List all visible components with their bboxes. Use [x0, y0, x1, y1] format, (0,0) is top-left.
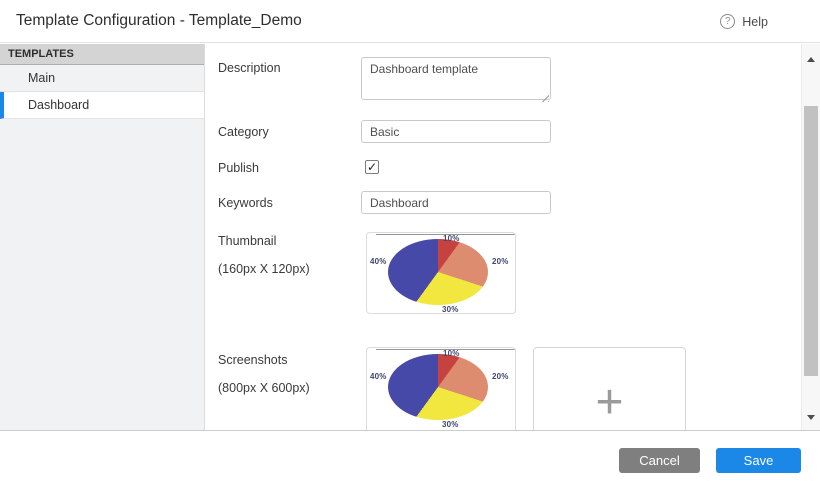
publish-label: Publish — [218, 160, 358, 175]
pie-chart-preview: 10% 20% 30% 40% — [367, 233, 515, 313]
dialog-header: Template Configuration - Template_Demo ?… — [0, 0, 820, 43]
description-textarea[interactable]: Dashboard template — [361, 57, 551, 100]
dialog-footer: Cancel Save — [0, 430, 820, 489]
help-icon: ? — [720, 14, 735, 29]
plus-icon: + — [595, 379, 623, 427]
screenshots-label: Screenshots (800px X 600px) — [218, 347, 358, 395]
sidebar-item-main[interactable]: Main — [0, 65, 204, 92]
template-configuration-dialog: Template Configuration - Template_Demo ?… — [0, 0, 820, 489]
help-button[interactable]: ? Help — [720, 0, 768, 43]
sidebar-item-dashboard[interactable]: Dashboard — [0, 92, 204, 119]
page-title: Template Configuration - Template_Demo — [0, 12, 302, 30]
pie-chart — [388, 239, 488, 305]
template-form: Description Dashboard template Category … — [205, 44, 801, 430]
help-label: Help — [742, 15, 768, 29]
pie-label-40: 40% — [370, 257, 387, 266]
thumbnail-size-hint: (160px X 120px) — [218, 262, 358, 276]
add-screenshot-button[interactable]: + — [533, 347, 686, 430]
screenshot-image[interactable]: 10% 20% 30% 40% — [366, 347, 516, 430]
keywords-label: Keywords — [218, 191, 358, 210]
scrollbar-thumb[interactable] — [804, 106, 818, 376]
pie-chart — [388, 354, 488, 420]
templates-sidebar: TEMPLATES Main Dashboard — [0, 44, 205, 430]
description-label: Description — [218, 57, 358, 75]
thumbnail-label-text: Thumbnail — [218, 234, 276, 248]
pie-label-20: 20% — [492, 257, 509, 266]
pie-label-30: 30% — [442, 305, 459, 314]
pie-label-10: 10% — [443, 234, 460, 243]
sidebar-header: TEMPLATES — [0, 44, 204, 65]
screenshots-size-hint: (800px X 600px) — [218, 381, 358, 395]
thumbnail-image[interactable]: 10% 20% 30% 40% — [366, 232, 516, 314]
pie-chart-preview: 10% 20% 30% 40% — [367, 348, 515, 428]
pie-label-30: 30% — [442, 420, 459, 429]
pie-label-40: 40% — [370, 372, 387, 381]
publish-checkbox[interactable]: ✓ — [365, 160, 379, 174]
scroll-up-arrow-icon[interactable] — [807, 57, 815, 62]
pie-label-20: 20% — [492, 372, 509, 381]
dialog-body: TEMPLATES Main Dashboard Description Das… — [0, 44, 820, 430]
save-button[interactable]: Save — [716, 448, 801, 473]
keywords-input[interactable] — [361, 191, 551, 214]
category-input[interactable] — [361, 120, 551, 143]
screenshots-label-text: Screenshots — [218, 353, 287, 367]
scroll-down-arrow-icon[interactable] — [807, 415, 815, 420]
cancel-button[interactable]: Cancel — [619, 448, 700, 473]
vertical-scrollbar[interactable] — [801, 44, 820, 430]
category-label: Category — [218, 120, 358, 139]
thumbnail-label: Thumbnail (160px X 120px) — [218, 232, 358, 276]
pie-label-10: 10% — [443, 349, 460, 358]
